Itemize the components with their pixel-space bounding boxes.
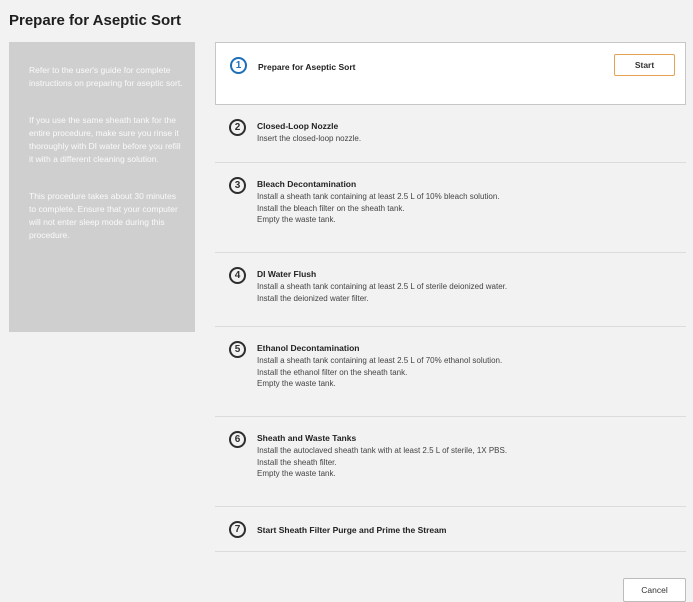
- step-number-badge: 1: [230, 57, 247, 74]
- step-detail-line: Install the bleach filter on the sheath …: [257, 203, 405, 213]
- step-number-badge: 7: [229, 521, 246, 538]
- step-detail-line: Install the deionized water filter.: [257, 293, 369, 303]
- step-name: Sheath and Waste Tanks: [257, 433, 357, 443]
- start-button[interactable]: Start: [614, 54, 675, 76]
- cancel-button[interactable]: Cancel: [623, 578, 686, 602]
- step-6: 6 Sheath and Waste Tanks Install the aut…: [215, 417, 686, 507]
- step-2: 2 Closed-Loop Nozzle Insert the closed-l…: [215, 105, 686, 163]
- step-name: Prepare for Aseptic Sort: [258, 62, 356, 72]
- step-detail-line: Insert the closed-loop nozzle.: [257, 134, 362, 143]
- step-7: 7 Start Sheath Filter Purge and Prime th…: [215, 507, 686, 552]
- step-detail-line: Install the ethanol filter on the sheath…: [257, 367, 408, 377]
- step-details: Install a sheath tank containing at leas…: [257, 281, 507, 304]
- step-detail-line: Install the sheath filter.: [257, 457, 337, 467]
- instruction-paragraph: Refer to the user's guide for complete i…: [29, 65, 183, 88]
- step-5: 5 Ethanol Decontamination Install a shea…: [215, 327, 686, 417]
- step-number-badge: 3: [229, 177, 246, 194]
- step-number-badge: 6: [229, 431, 246, 448]
- instructions-panel: Refer to the user's guide for complete i…: [9, 42, 195, 332]
- step-detail-line: Install a sheath tank containing at leas…: [257, 192, 500, 201]
- page-title: Prepare for Aseptic Sort: [9, 12, 181, 29]
- step-number-badge: 2: [229, 119, 246, 136]
- step-3: 3 Bleach Decontamination Install a sheat…: [215, 163, 686, 253]
- step-name: Closed-Loop Nozzle: [257, 121, 339, 131]
- step-detail-line: Install the autoclaved sheath tank with …: [257, 446, 508, 455]
- step-detail-line: Empty the waste tank.: [257, 469, 336, 478]
- step-details: Insert the closed-loop nozzle.: [257, 133, 361, 145]
- step-detail-line: Install a sheath tank containing at leas…: [257, 356, 503, 365]
- step-details: Install a sheath tank containing at leas…: [257, 355, 502, 390]
- step-details: Install a sheath tank containing at leas…: [257, 191, 500, 226]
- step-1[interactable]: 1 Prepare for Aseptic Sort Start: [215, 42, 686, 105]
- instruction-paragraph: If you use the same sheath tank for the …: [29, 115, 181, 164]
- step-detail-line: Empty the waste tank.: [257, 215, 336, 224]
- step-detail-line: Empty the waste tank.: [257, 379, 336, 388]
- step-detail-line: Install a sheath tank containing at leas…: [257, 282, 508, 291]
- step-name: DI Water Flush: [257, 269, 317, 279]
- step-name: Bleach Decontamination: [257, 179, 357, 189]
- step-number-badge: 5: [229, 341, 246, 358]
- step-details: Install the autoclaved sheath tank with …: [257, 445, 507, 480]
- steps-list: 1 Prepare for Aseptic Sort Start 2 Close…: [215, 42, 686, 552]
- step-number-badge: 4: [229, 267, 246, 284]
- instruction-paragraph: This procedure takes about 30 minutes to…: [29, 191, 178, 240]
- step-name: Start Sheath Filter Purge and Prime the …: [257, 525, 447, 535]
- step-4: 4 DI Water Flush Install a sheath tank c…: [215, 253, 686, 327]
- step-name: Ethanol Decontamination: [257, 343, 360, 353]
